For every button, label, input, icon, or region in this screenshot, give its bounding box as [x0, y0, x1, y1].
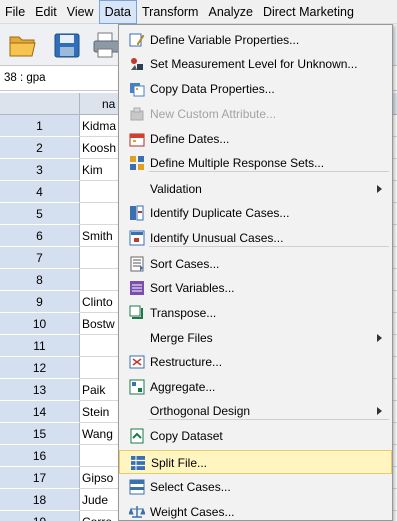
row-number[interactable]: 13 [0, 379, 80, 401]
menu-item-restructure[interactable]: Restructure... [119, 350, 392, 374]
menu-item-orthogonal-design[interactable]: Orthogonal Design [119, 399, 392, 423]
menu-item-define-multiple-response-sets[interactable]: Define Multiple Response Sets... [119, 151, 392, 175]
menu-item-copy-dataset[interactable]: Copy Dataset [119, 424, 392, 448]
menu-item-sort-variables[interactable]: Sort Variables... [119, 276, 392, 300]
menu-item-define-dates[interactable]: Define Dates... [119, 127, 392, 151]
menu-direct-marketing[interactable]: Direct Marketing [258, 0, 359, 24]
submenu-arrow-icon [377, 407, 382, 415]
row-number[interactable]: 10 [0, 313, 80, 335]
calendar-icon [129, 131, 145, 147]
row-number[interactable]: 19 [0, 511, 80, 521]
row-number[interactable]: 15 [0, 423, 80, 445]
menu-item-label: Merge Files [150, 331, 213, 345]
row-number[interactable]: 8 [0, 269, 80, 291]
menu-item-label: Sort Cases... [150, 257, 220, 271]
row-number[interactable]: 5 [0, 203, 80, 225]
menu-item-transpose[interactable]: Transpose... [119, 301, 392, 325]
row-number[interactable]: 9 [0, 291, 80, 313]
menu-analyze[interactable]: Analyze [203, 0, 257, 24]
menu-item-label: Restructure... [150, 355, 223, 369]
transpose-icon [129, 305, 145, 321]
row-number[interactable]: 11 [0, 335, 80, 357]
menu-item-label: Orthogonal Design [150, 404, 251, 418]
menu-item-label: Define Multiple Response Sets... [150, 156, 325, 170]
menu-data[interactable]: Data [98, 0, 137, 24]
open-folder-icon[interactable] [8, 31, 38, 59]
menu-item-label: Split File... [151, 456, 208, 470]
menu-item-label: Copy Data Properties... [150, 82, 275, 96]
menu-item-label: Validation [150, 182, 202, 196]
restructure-icon [129, 354, 145, 370]
select-cases-icon [129, 479, 145, 495]
submenu-arrow-icon [377, 334, 382, 342]
column-header-label: na [102, 97, 116, 111]
menu-item-select-cases[interactable]: Select Cases... [119, 475, 392, 499]
menu-item-label: Weight Cases... [150, 505, 235, 519]
unusual-cases-icon [129, 230, 145, 246]
menu-item-label: New Custom Attribute... [150, 107, 277, 121]
grid-corner[interactable] [0, 93, 80, 115]
menu-item-merge-files[interactable]: Merge Files [119, 326, 392, 350]
sort-cases-icon [129, 256, 145, 272]
menu-edit[interactable]: Edit [30, 0, 62, 24]
menu-item-validation[interactable]: Validation [119, 177, 392, 201]
menu-view[interactable]: View [62, 0, 99, 24]
row-number[interactable]: 2 [0, 137, 80, 159]
menu-item-label: Aggregate... [150, 380, 216, 394]
menu-item-identify-duplicate-cases[interactable]: Identify Duplicate Cases... [119, 201, 392, 225]
menu-item-label: Identify Duplicate Cases... [150, 206, 290, 220]
measurement-level-icon [129, 56, 145, 72]
submenu-arrow-icon [377, 185, 382, 193]
menu-item-label: Set Measurement Level for Unknown... [150, 57, 358, 71]
weight-cases-icon [128, 504, 146, 520]
menu-item-define-variable-properties[interactable]: Define Variable Properties... [119, 28, 392, 52]
menu-item-label: Define Dates... [150, 132, 230, 146]
row-number[interactable]: 12 [0, 357, 80, 379]
split-file-icon [130, 455, 146, 471]
row-number[interactable]: 4 [0, 181, 80, 203]
menu-item-new-custom-attribute[interactable]: New Custom Attribute... [119, 102, 392, 126]
row-number[interactable]: 18 [0, 489, 80, 511]
row-number[interactable]: 1 [0, 115, 80, 137]
menu-item-identify-unusual-cases[interactable]: Identify Unusual Cases... [119, 226, 392, 250]
sort-variables-icon [129, 280, 145, 296]
menu-item-label: Select Cases... [150, 480, 231, 494]
row-number[interactable]: 7 [0, 247, 80, 269]
menu-item-label: Identify Unusual Cases... [150, 231, 284, 245]
menu-transform[interactable]: Transform [137, 0, 204, 24]
menu-item-label: Sort Variables... [150, 281, 235, 295]
menu-item-set-measurement-level-for-unknown[interactable]: Set Measurement Level for Unknown... [119, 52, 392, 76]
row-number[interactable]: 3 [0, 159, 80, 181]
menu-item-label: Copy Dataset [150, 429, 223, 443]
define-variable-properties-icon [129, 32, 145, 48]
menu-item-label: Define Variable Properties... [150, 33, 300, 47]
multiple-response-icon [129, 155, 145, 171]
menubar: File Edit View Data Transform Analyze Di… [0, 0, 397, 24]
menu-item-label: Transpose... [150, 306, 217, 320]
duplicate-cases-icon [129, 205, 145, 221]
row-number[interactable]: 6 [0, 225, 80, 247]
new-custom-attribute-icon [129, 106, 145, 122]
row-number[interactable]: 16 [0, 445, 80, 467]
copy-data-properties-icon [129, 81, 145, 97]
menu-file[interactable]: File [0, 0, 30, 24]
save-icon[interactable] [52, 31, 82, 59]
menu-item-aggregate[interactable]: Aggregate... [119, 375, 392, 399]
row-number[interactable]: 17 [0, 467, 80, 489]
aggregate-icon [129, 379, 145, 395]
menu-item-copy-data-properties[interactable]: Copy Data Properties... [119, 77, 392, 101]
menu-item-weight-cases[interactable]: Weight Cases... [119, 500, 392, 520]
data-menu-dropdown: Define Variable Properties... Set Measure… [118, 24, 393, 521]
menu-item-split-file[interactable]: Split File... [119, 450, 392, 474]
menu-item-sort-cases[interactable]: Sort Cases... [119, 252, 392, 276]
row-number[interactable]: 14 [0, 401, 80, 423]
cell-reference: 38 : gpa [4, 72, 46, 84]
copy-dataset-icon [129, 428, 145, 444]
